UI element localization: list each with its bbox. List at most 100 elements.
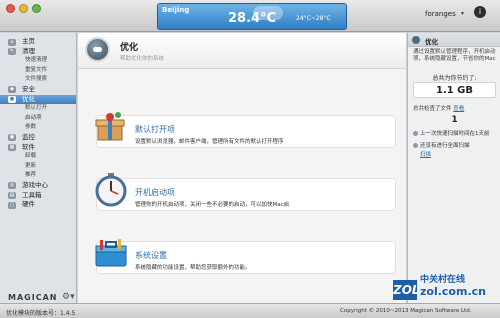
sidebar-item-gamepad[interactable]: ◎ 游戏中心: [0, 181, 76, 191]
gamepad-icon: ◎: [8, 182, 16, 190]
sidebar-item-label: 启动项: [25, 114, 42, 121]
sidebar-item-broom[interactable]: ✎ 清理: [0, 47, 76, 57]
checked-label: 总共检查了文件: [413, 106, 452, 112]
status-bar: 优化模块的版本号：1.4.5 Copyright © 2010~2013 Mag…: [0, 303, 500, 318]
page-subtitle: 帮助优化你的系统: [120, 56, 165, 62]
shield-icon: ◆: [8, 86, 16, 94]
scan-icon: [413, 143, 418, 148]
sidebar-item-sub-4[interactable]: 文件搜索: [0, 75, 76, 85]
info-icon[interactable]: i: [474, 6, 486, 18]
sidebar-item-label: 监控: [22, 132, 35, 141]
info-panel-title: 优化: [425, 38, 438, 46]
watermark-top: 中关村在线: [420, 275, 466, 285]
sidebar-item-label: 参数: [25, 124, 37, 131]
main-panel: 优化 帮助优化你的系统 默认打开项 设置默认浏览器，邮件客户端，管理所有文件的默…: [78, 33, 406, 303]
clock-icon: [413, 131, 418, 136]
sidebar-item-label: 推荐: [25, 172, 37, 179]
info-panel-header: 优化: [408, 33, 500, 47]
sidebar-item-label: 重复文件: [25, 66, 48, 73]
close-window-button[interactable]: [6, 4, 15, 13]
card-title[interactable]: 默认打开项: [135, 124, 175, 135]
title-bar: Beijing 28.4°C 24°C~28°C foranges ▾ i: [0, 0, 500, 32]
sidebar-item-label: 软件: [22, 142, 35, 151]
last-scan-row: 上一次快速扫描时间在1天前: [413, 129, 490, 137]
sidebar-item-sub-2[interactable]: 快速清理: [0, 56, 76, 66]
info-panel-desc: 通过设置默认管理程序，开机启动项，系统隐藏设置，节省你的Mac: [413, 49, 496, 62]
saved-label: 总共为你节约了:: [432, 75, 477, 82]
info-panel: 优化 通过设置默认管理程序，开机启动项，系统隐藏设置，节省你的Mac 总共为你节…: [407, 33, 500, 303]
sidebar-item-hardware[interactable]: ▢ 硬件: [0, 200, 76, 210]
gift-box-icon: [95, 112, 125, 141]
card-startup-items[interactable]: 开机启动项 管理你的开机启动项，关闭一些不必要的启动，可以加快Mac启: [95, 173, 396, 211]
sidebar-item-label: 优化: [22, 94, 35, 103]
sidebar-item-sub-8[interactable]: 启动项: [0, 114, 76, 124]
chevron-down-icon[interactable]: ▾: [461, 10, 464, 17]
page-title: 优化: [120, 43, 139, 53]
sidebar-item-toolbox[interactable]: ▤ 工具箱: [0, 191, 76, 201]
card-desc: 设置默认浏览器，邮件客户端，管理所有文件的默认打开程序: [135, 139, 284, 145]
sidebar-item-sub-14[interactable]: 推荐: [0, 171, 76, 181]
card-title[interactable]: 开机启动项: [135, 187, 175, 198]
sidebar-item-label: 卸载: [25, 153, 37, 160]
sidebar-item-label: 更新: [25, 162, 37, 169]
copyright: Copyright © 2010~2013 Magican Software L…: [340, 308, 472, 314]
sidebar-item-sub-3[interactable]: 重复文件: [0, 66, 76, 76]
scan-link-row: 扫描: [420, 150, 431, 158]
sidebar-item-label: 文件搜索: [25, 76, 48, 83]
toolbox-icon: ▤: [8, 192, 16, 199]
sidebar-item-shield[interactable]: ◆ 安全: [0, 85, 76, 95]
module-version: 优化模块的版本号：1.4.5: [6, 310, 76, 317]
user-menu[interactable]: foranges: [425, 10, 456, 18]
scan-link[interactable]: 扫描: [420, 152, 431, 158]
card-desc: 系统隐藏的功能设置，帮助您获取额外的功能。: [135, 265, 251, 271]
full-scan-text: 还没有进行全面扫描: [420, 143, 470, 149]
sidebar-item-label: 默认打开: [25, 105, 48, 112]
hardware-icon: ▢: [8, 201, 16, 209]
watermark-bottom: zol.com.cn: [420, 285, 486, 298]
sidebar-item-sub-7[interactable]: 默认打开: [0, 104, 76, 114]
saved-value: 1.1 GB: [435, 85, 474, 96]
sidebar-item-label: 工具箱: [22, 190, 42, 199]
zol-logo: ZOL: [393, 280, 420, 300]
main-header: 优化 帮助优化你的系统: [78, 33, 406, 69]
last-scan-text: 上一次快速扫描时间在1天前: [420, 131, 490, 137]
window-controls: [6, 4, 41, 13]
view-link[interactable]: 查看: [453, 106, 464, 112]
optimize-icon: [85, 37, 110, 62]
software-icon: ▦: [8, 144, 16, 152]
card-title[interactable]: 系统设置: [135, 250, 167, 261]
optimize-icon: [412, 36, 420, 44]
checked-count: 1: [451, 115, 458, 125]
toolbox-icon: [95, 239, 127, 267]
weather-range: 24°C~28°C: [296, 15, 331, 22]
sidebar-item-label: 安全: [22, 84, 35, 93]
gear-icon[interactable]: ⚙▾: [62, 292, 75, 302]
sidebar-item-label: 游戏中心: [22, 180, 48, 189]
brand-logo: MAGICAN: [8, 293, 58, 302]
checked-files-row: 总共检查了文件 查看: [413, 104, 464, 112]
card-system-settings[interactable]: 系统设置 系统隐藏的功能设置，帮助您获取额外的功能。: [95, 239, 396, 274]
sidebar-item-sub-9[interactable]: 参数: [0, 123, 76, 133]
sidebar-item-sub-12[interactable]: 卸载: [0, 152, 76, 162]
sidebar-item-home[interactable]: ⌂ 主页: [0, 37, 76, 47]
sidebar-item-sub-13[interactable]: 更新: [0, 162, 76, 172]
weather-widget[interactable]: Beijing 28.4°C 24°C~28°C: [157, 3, 347, 30]
sidebar-item-label: 快速清理: [25, 57, 48, 64]
full-scan-row: 还没有进行全面扫描: [413, 141, 470, 149]
sidebar-item-label: 清理: [22, 46, 35, 55]
sidebar-item-monitor[interactable]: ▣ 监控: [0, 133, 76, 143]
home-icon: ⌂: [8, 38, 16, 46]
watermark: ZOL 中关村在线 zol.com.cn: [393, 272, 498, 303]
sidebar-item-rocket[interactable]: ● 优化: [0, 94, 76, 105]
rocket-icon: ●: [8, 96, 16, 104]
sidebar-item-software[interactable]: ▦ 软件: [0, 143, 76, 153]
card-default-open[interactable]: 默认打开项 设置默认浏览器，邮件客户端，管理所有文件的默认打开程序: [95, 112, 396, 148]
zoom-window-button[interactable]: [32, 4, 41, 13]
sidebar-item-label: 主页: [22, 37, 35, 45]
sidebar: ⌂ 主页 ✎ 清理快速清理重复文件文件搜索 ◆ 安全 ● 优化默认打开启动项参数 ▣ 监控 ▦ 软件卸…: [0, 33, 77, 303]
monitor-icon: ▣: [8, 134, 16, 142]
minimize-window-button[interactable]: [19, 4, 28, 13]
saved-value-box: 1.1 GB: [413, 82, 496, 98]
broom-icon: ✎: [8, 48, 16, 56]
card-desc: 管理你的开机启动项，关闭一些不必要的启动，可以加快Mac启: [135, 202, 290, 208]
